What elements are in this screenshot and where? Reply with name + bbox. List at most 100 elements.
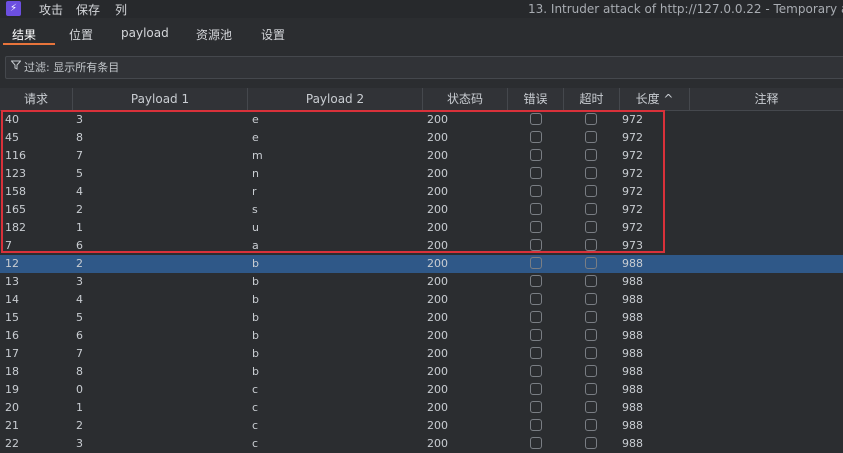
timeout-checkbox[interactable] xyxy=(585,113,597,125)
column-header-status[interactable]: 状态码 xyxy=(423,88,508,110)
cell-payload1: 5 xyxy=(76,311,83,324)
cell-payload2: e xyxy=(252,113,259,126)
timeout-checkbox[interactable] xyxy=(585,383,597,395)
timeout-checkbox[interactable] xyxy=(585,131,597,143)
table-row[interactable]: 40 3 e 200 972 xyxy=(0,111,843,129)
table-row[interactable]: 165 2 s 200 972 xyxy=(0,201,843,219)
cell-length: 988 xyxy=(622,401,643,414)
filter-text[interactable]: 过滤: 显示所有条目 xyxy=(24,59,119,75)
error-checkbox[interactable] xyxy=(530,185,542,197)
menu-columns[interactable]: 列 xyxy=(115,1,127,18)
table-row[interactable]: 16 6 b 200 988 xyxy=(0,327,843,345)
cell-length: 988 xyxy=(622,329,643,342)
menu-save[interactable]: 保存 xyxy=(76,1,100,18)
error-checkbox[interactable] xyxy=(530,401,542,413)
error-checkbox[interactable] xyxy=(530,167,542,179)
error-checkbox[interactable] xyxy=(530,203,542,215)
error-checkbox[interactable] xyxy=(530,419,542,431)
cell-status: 200 xyxy=(427,275,448,288)
cell-length: 988 xyxy=(622,311,643,324)
cell-length: 988 xyxy=(622,257,643,270)
column-header-request[interactable]: 请求 xyxy=(0,88,73,110)
cell-request: 18 xyxy=(5,365,19,378)
tab-positions[interactable]: 位置 xyxy=(69,26,93,43)
cell-request: 13 xyxy=(5,275,19,288)
cell-payload1: 1 xyxy=(76,401,83,414)
table-row[interactable]: 18 8 b 200 988 xyxy=(0,363,843,381)
cell-request: 165 xyxy=(5,203,26,216)
table-row[interactable]: 15 5 b 200 988 xyxy=(0,309,843,327)
error-checkbox[interactable] xyxy=(530,311,542,323)
filter-bar[interactable] xyxy=(5,56,843,79)
cell-status: 200 xyxy=(427,131,448,144)
timeout-checkbox[interactable] xyxy=(585,203,597,215)
timeout-checkbox[interactable] xyxy=(585,293,597,305)
error-checkbox[interactable] xyxy=(530,365,542,377)
error-checkbox[interactable] xyxy=(530,293,542,305)
table-row[interactable]: 12 2 b 200 988 xyxy=(0,255,843,273)
cell-payload1: 7 xyxy=(76,347,83,360)
cell-payload2: c xyxy=(252,419,259,432)
timeout-checkbox[interactable] xyxy=(585,149,597,161)
timeout-checkbox[interactable] xyxy=(585,167,597,179)
table-row[interactable]: 7 6 a 200 973 xyxy=(0,237,843,255)
error-checkbox[interactable] xyxy=(530,347,542,359)
table-row[interactable]: 123 5 n 200 972 xyxy=(0,165,843,183)
cell-request: 45 xyxy=(5,131,19,144)
table-row[interactable]: 14 4 b 200 988 xyxy=(0,291,843,309)
error-checkbox[interactable] xyxy=(530,383,542,395)
error-checkbox[interactable] xyxy=(530,239,542,251)
table-row[interactable]: 158 4 r 200 972 xyxy=(0,183,843,201)
timeout-checkbox[interactable] xyxy=(585,185,597,197)
cell-request: 123 xyxy=(5,167,26,180)
column-header-error[interactable]: 错误 xyxy=(508,88,564,110)
timeout-checkbox[interactable] xyxy=(585,239,597,251)
column-header-payload2[interactable]: Payload 2 xyxy=(248,88,423,110)
timeout-checkbox[interactable] xyxy=(585,365,597,377)
table-row[interactable]: 182 1 u 200 972 xyxy=(0,219,843,237)
tab-results[interactable]: 结果 xyxy=(12,26,36,43)
table-row[interactable]: 20 1 c 200 988 xyxy=(0,399,843,417)
table-row[interactable]: 19 0 c 200 988 xyxy=(0,381,843,399)
timeout-checkbox[interactable] xyxy=(585,401,597,413)
tab-payload[interactable]: payload xyxy=(121,26,169,40)
error-checkbox[interactable] xyxy=(530,257,542,269)
error-checkbox[interactable] xyxy=(530,275,542,287)
cell-status: 200 xyxy=(427,401,448,414)
error-checkbox[interactable] xyxy=(530,329,542,341)
column-header-length[interactable]: 长度 ^ xyxy=(620,88,690,110)
timeout-checkbox[interactable] xyxy=(585,257,597,269)
error-checkbox[interactable] xyxy=(530,131,542,143)
error-checkbox[interactable] xyxy=(530,437,542,449)
cell-status: 200 xyxy=(427,149,448,162)
cell-payload1: 1 xyxy=(76,221,83,234)
table-row[interactable]: 116 7 m 200 972 xyxy=(0,147,843,165)
timeout-checkbox[interactable] xyxy=(585,347,597,359)
timeout-checkbox[interactable] xyxy=(585,437,597,449)
cell-status: 200 xyxy=(427,383,448,396)
table-row[interactable]: 17 7 b 200 988 xyxy=(0,345,843,363)
cell-payload2: n xyxy=(252,167,259,180)
cell-status: 200 xyxy=(427,185,448,198)
cell-length: 972 xyxy=(622,221,643,234)
error-checkbox[interactable] xyxy=(530,221,542,233)
timeout-checkbox[interactable] xyxy=(585,311,597,323)
table-row[interactable]: 45 8 e 200 972 xyxy=(0,129,843,147)
table-row[interactable]: 21 2 c 200 988 xyxy=(0,417,843,435)
timeout-checkbox[interactable] xyxy=(585,419,597,431)
menu-attack[interactable]: 攻击 xyxy=(39,1,63,18)
tab-resource-pool[interactable]: 资源池 xyxy=(196,26,232,43)
timeout-checkbox[interactable] xyxy=(585,275,597,287)
column-header-payload1[interactable]: Payload 1 xyxy=(73,88,248,110)
cell-status: 200 xyxy=(427,437,448,450)
cell-payload1: 2 xyxy=(76,419,83,432)
timeout-checkbox[interactable] xyxy=(585,329,597,341)
table-row[interactable]: 22 3 c 200 988 xyxy=(0,435,843,453)
table-row[interactable]: 13 3 b 200 988 xyxy=(0,273,843,291)
timeout-checkbox[interactable] xyxy=(585,221,597,233)
tab-settings[interactable]: 设置 xyxy=(261,26,285,43)
error-checkbox[interactable] xyxy=(530,149,542,161)
column-header-timeout[interactable]: 超时 xyxy=(564,88,620,110)
error-checkbox[interactable] xyxy=(530,113,542,125)
column-header-comment[interactable]: 注释 xyxy=(690,88,843,110)
